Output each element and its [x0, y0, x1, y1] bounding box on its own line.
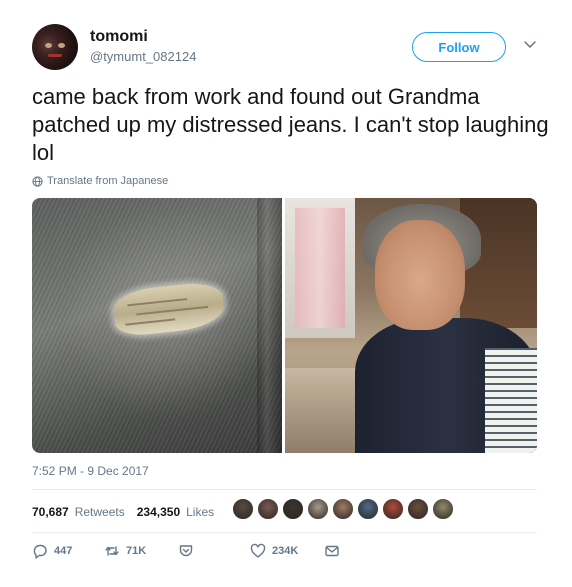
jeans-patch: [111, 280, 227, 338]
display-name[interactable]: tomomi: [90, 28, 148, 46]
liker-avatar[interactable]: [257, 498, 279, 520]
liker-avatars: [232, 498, 454, 520]
retweets-count[interactable]: 70,687: [32, 505, 69, 519]
grandma-face: [375, 220, 465, 330]
tweet-text: came back from work and found out Grandm…: [32, 84, 549, 165]
like-button[interactable]: 234K: [250, 543, 298, 559]
reply-icon: [33, 544, 47, 559]
shield-icon: [179, 545, 193, 557]
tweet-media[interactable]: [32, 198, 537, 453]
liker-avatar[interactable]: [432, 498, 454, 520]
likes-label[interactable]: Likes: [186, 505, 214, 519]
translate-label: Translate from Japanese: [47, 175, 169, 187]
liker-avatar[interactable]: [382, 498, 404, 520]
follow-button[interactable]: Follow: [412, 32, 506, 62]
user-handle[interactable]: @tymumt_082124: [90, 49, 196, 64]
liker-avatar[interactable]: [357, 498, 379, 520]
translate-link[interactable]: Translate from Japanese: [32, 175, 168, 187]
avatar-eye: [58, 43, 65, 48]
liker-avatar[interactable]: [407, 498, 429, 520]
envelope-icon: [325, 545, 339, 557]
liker-avatar[interactable]: [332, 498, 354, 520]
user-avatar[interactable]: [32, 24, 78, 70]
globe-icon: [32, 175, 43, 187]
dm-button[interactable]: [324, 543, 340, 559]
likes-count[interactable]: 234,350: [137, 505, 180, 519]
avatar-mouth: [48, 54, 62, 57]
liker-avatar[interactable]: [307, 498, 329, 520]
tweet-actions: 447 71K 234K: [32, 543, 372, 567]
like-count: 234K: [272, 545, 299, 557]
retweet-icon: [105, 546, 119, 556]
tweet-header: tomomi @tymumt_082124 Follow: [0, 0, 572, 80]
reply-count: 447: [54, 545, 73, 557]
tweet-stats: 70,687 Retweets 234,350 Likes: [32, 505, 220, 519]
divider: [32, 489, 537, 490]
reply-button[interactable]: 447: [32, 543, 72, 559]
tweet-timestamp[interactable]: 7:52 PM - 9 Dec 2017: [32, 464, 149, 478]
photo-grandma[interactable]: [285, 198, 537, 453]
divider: [32, 532, 537, 533]
photo-curtain: [295, 208, 345, 328]
liker-avatar[interactable]: [282, 498, 304, 520]
retweet-button[interactable]: 71K: [104, 543, 146, 559]
chevron-down-icon[interactable]: [522, 36, 538, 52]
heart-icon: [250, 543, 266, 558]
retweets-label[interactable]: Retweets: [75, 505, 125, 519]
liker-avatar[interactable]: [232, 498, 254, 520]
photo-patched-jeans[interactable]: [32, 198, 282, 453]
shield-button[interactable]: [178, 543, 194, 559]
retweet-count: 71K: [126, 545, 147, 557]
jeans-seam: [257, 198, 282, 453]
avatar-eye: [45, 43, 52, 48]
grandma-sleeve: [485, 348, 537, 453]
